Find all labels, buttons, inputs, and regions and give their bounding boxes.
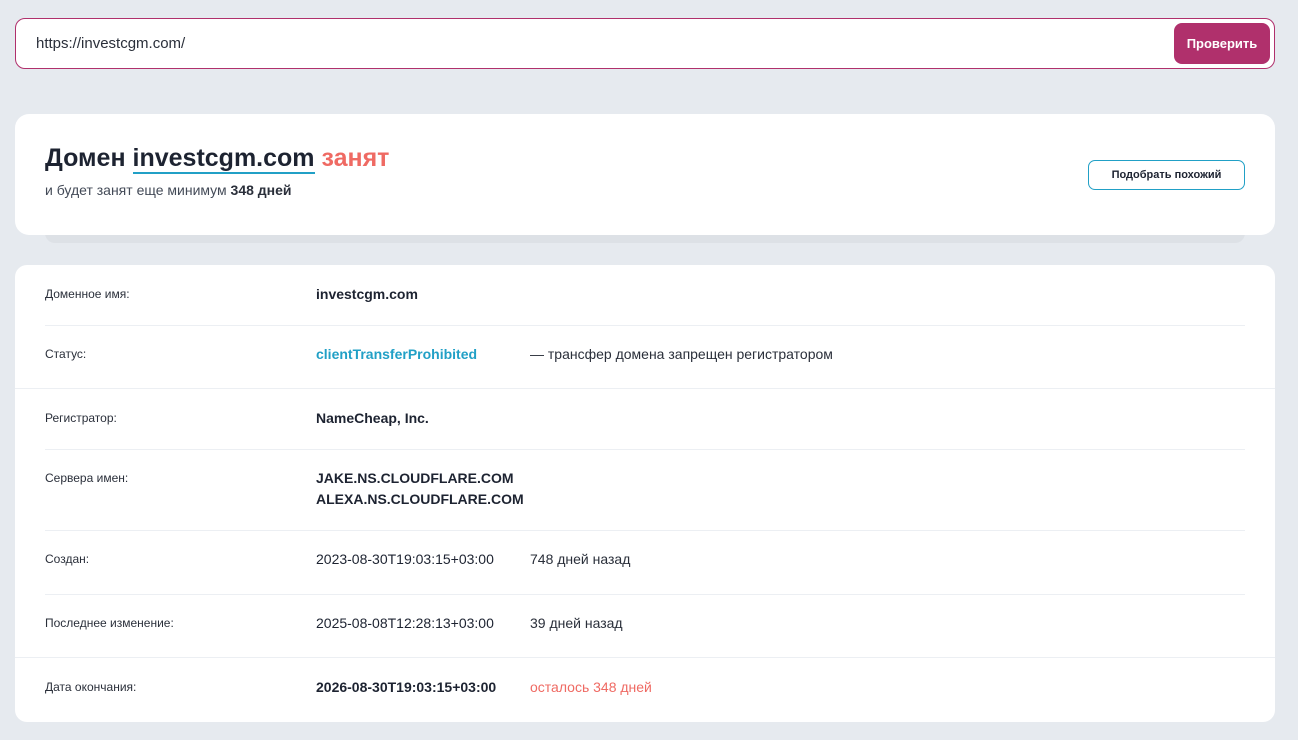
updated-value: 2025-08-08T12:28:13+03:00 <box>316 615 494 631</box>
domain-name-label: Доменное имя: <box>45 287 130 301</box>
row-divider <box>45 325 1245 326</box>
expires-note: осталось 348 дней <box>530 679 652 695</box>
status-label: Статус: <box>45 347 87 361</box>
check-button[interactable]: Проверить <box>1174 23 1270 64</box>
domain-search-input[interactable] <box>36 19 1156 68</box>
registrar-value: NameCheap, Inc. <box>316 410 429 426</box>
status-value-link[interactable]: clientTransferProhibited <box>316 346 477 362</box>
created-value: 2023-08-30T19:03:15+03:00 <box>316 551 494 567</box>
expires-label: Дата окончания: <box>45 680 137 694</box>
row-divider <box>45 449 1245 450</box>
name-server-2: ALEXA.NS.CLOUDFLARE.COM <box>316 491 524 507</box>
domain-name-value: investcgm.com <box>316 286 418 302</box>
name-server-1: JAKE.NS.CLOUDFLARE.COM <box>316 470 514 486</box>
find-similar-button[interactable]: Подобрать похожий <box>1088 160 1245 190</box>
title-prefix: Домен <box>45 144 126 172</box>
registrar-label: Регистратор: <box>45 411 117 425</box>
domain-search-bar: Проверить <box>15 18 1275 69</box>
created-label: Создан: <box>45 552 90 566</box>
page-subtitle: и будет занят еще минимум 348 дней <box>45 182 292 198</box>
updated-note: 39 дней назад <box>530 615 623 631</box>
whois-details-card: Доменное имя: investcgm.com Статус: clie… <box>15 265 1275 722</box>
row-divider <box>45 530 1245 531</box>
page-title: Домен investcgm.com занят <box>45 144 390 174</box>
updated-label: Последнее изменение: <box>45 616 174 630</box>
status-word: занят <box>321 144 390 172</box>
subtitle-text: и будет занят еще минимум <box>45 182 227 198</box>
title-domain: investcgm.com <box>132 144 315 174</box>
subtitle-days: 348 дней <box>230 182 292 198</box>
section-divider <box>15 657 1275 658</box>
row-divider <box>45 594 1245 595</box>
status-note: — трансфер домена запрещен регистратором <box>530 346 833 362</box>
expires-value: 2026-08-30T19:03:15+03:00 <box>316 679 497 695</box>
name-servers-label: Сервера имен: <box>45 471 129 485</box>
created-note: 748 дней назад <box>530 551 631 567</box>
domain-status-card: Домен investcgm.com занят и будет занят … <box>15 114 1275 235</box>
section-divider <box>15 388 1275 389</box>
